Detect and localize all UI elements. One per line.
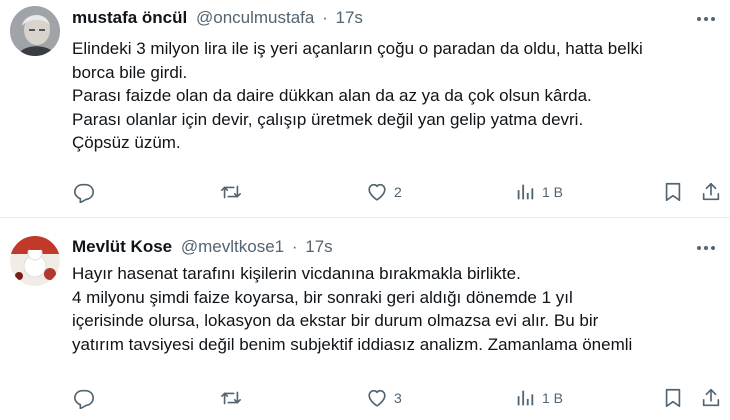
bookmark-icon: [665, 388, 681, 408]
share-icon: [702, 388, 720, 407]
like-count: 2: [394, 184, 402, 200]
reply-button[interactable]: [73, 180, 101, 204]
like-button[interactable]: 3: [366, 386, 402, 410]
tweet-header: Mevlüt Kose @mevltkose1 · 17s: [72, 236, 333, 258]
timestamp[interactable]: 17s: [336, 8, 363, 27]
more-dots-icon: [697, 246, 715, 250]
share-button[interactable]: [700, 386, 722, 410]
bookmark-icon: [665, 182, 681, 202]
bookmark-button[interactable]: [662, 386, 684, 410]
like-button[interactable]: 2: [366, 180, 402, 204]
tweet-text: Elindeki 3 milyon lira ile iş yeri açanl…: [72, 37, 722, 155]
views-button[interactable]: 1 B: [514, 386, 563, 410]
repost-icon: [221, 185, 241, 199]
views-count: 1 B: [542, 390, 564, 406]
author-name[interactable]: mustafa öncül: [72, 8, 187, 27]
tweet-line: Parası faizde olan da daire dükkan alan …: [72, 86, 592, 105]
tweet-line: içerisinde olursa, lokasyon da ekstar bi…: [72, 311, 599, 330]
tweet-line: borca bile girdi.: [72, 62, 188, 82]
repost-button[interactable]: [220, 386, 248, 410]
separator: ·: [322, 8, 328, 27]
avatar[interactable]: [10, 6, 60, 56]
tweet-line: Elindeki 3 milyon lira ile iş yeri açanl…: [72, 39, 643, 58]
share-button[interactable]: [700, 180, 722, 204]
separator: ·: [291, 237, 298, 256]
action-bar: 2 1 B: [0, 180, 730, 204]
views-chart-icon: [517, 390, 534, 406]
author-handle[interactable]: @mevltkose1: [181, 237, 284, 256]
author-handle[interactable]: @onculmustafa: [196, 8, 314, 27]
more-button[interactable]: [694, 9, 718, 29]
repost-icon: [221, 391, 241, 405]
bookmark-button[interactable]: [662, 180, 684, 204]
tweet-line: 4 milyonu şimdi faize koyarsa, bir sonra…: [72, 287, 573, 307]
repost-button[interactable]: [220, 180, 248, 204]
heart-icon: [368, 389, 386, 407]
reply-icon: [74, 389, 94, 409]
share-icon: [702, 182, 720, 201]
like-count: 3: [394, 390, 402, 406]
tweet-line: yatırım tavsiyesi değil benim subjektif …: [72, 334, 633, 354]
author-name[interactable]: Mevlüt Kose: [72, 237, 172, 256]
heart-icon: [368, 183, 386, 201]
views-button[interactable]: 1 B: [514, 180, 563, 204]
tweet-line: Çöpsüz üzüm.: [72, 133, 181, 152]
avatar[interactable]: [10, 236, 60, 286]
tweet-header: mustafa öncül @onculmustafa · 17s: [72, 7, 363, 29]
timestamp[interactable]: 17s: [305, 237, 332, 256]
tweet-line: Parası olanlar için devir, çalışıp üretm…: [72, 109, 584, 129]
tweet[interactable]: mustafa öncül @onculmustafa · 17s Elinde…: [0, 0, 730, 218]
more-dots-icon: [697, 17, 715, 21]
views-chart-icon: [517, 184, 534, 200]
more-button[interactable]: [694, 238, 718, 258]
tweet-line: Hayır hasenat tarafını kişilerin vicdanı…: [72, 264, 521, 283]
action-bar: 3 1 B: [0, 386, 730, 410]
tweet[interactable]: Mevlüt Kose @mevltkose1 · 17s Hayır hase…: [0, 219, 730, 420]
reply-button[interactable]: [73, 386, 101, 410]
views-count: 1 B: [542, 184, 564, 200]
tweet-text: Hayır hasenat tarafını kişilerin vicdanı…: [72, 262, 722, 356]
reply-icon: [74, 183, 94, 203]
